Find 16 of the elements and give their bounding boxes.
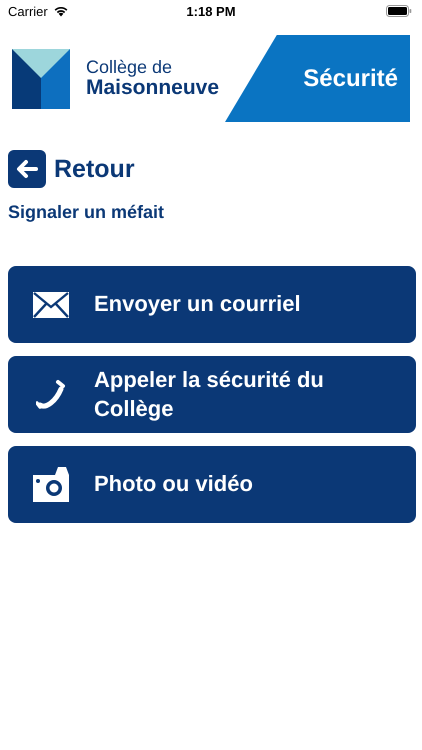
envelope-icon bbox=[33, 292, 69, 318]
college-name: Maisonneuve bbox=[86, 76, 220, 99]
wifi-icon bbox=[52, 5, 69, 17]
back-button[interactable]: Retour bbox=[8, 150, 135, 188]
carrier-label: Carrier bbox=[8, 4, 48, 18]
college-name: Collège de bbox=[86, 58, 174, 77]
page-subtitle: Signaler un méfait bbox=[8, 202, 166, 223]
phone-icon bbox=[36, 378, 66, 410]
camera-icon bbox=[33, 467, 69, 502]
action-button[interactable]: Appeler la sécurité du Collège bbox=[8, 356, 416, 433]
action-button[interactable]: Photo ou vidéo bbox=[8, 446, 416, 523]
action-button[interactable]: Envoyer un courriel bbox=[8, 266, 416, 343]
clock: 1:18 PM bbox=[186, 4, 236, 18]
battery-icon bbox=[386, 5, 412, 17]
security-banner: Sécurité bbox=[225, 35, 410, 122]
logo-icon bbox=[12, 48, 70, 108]
